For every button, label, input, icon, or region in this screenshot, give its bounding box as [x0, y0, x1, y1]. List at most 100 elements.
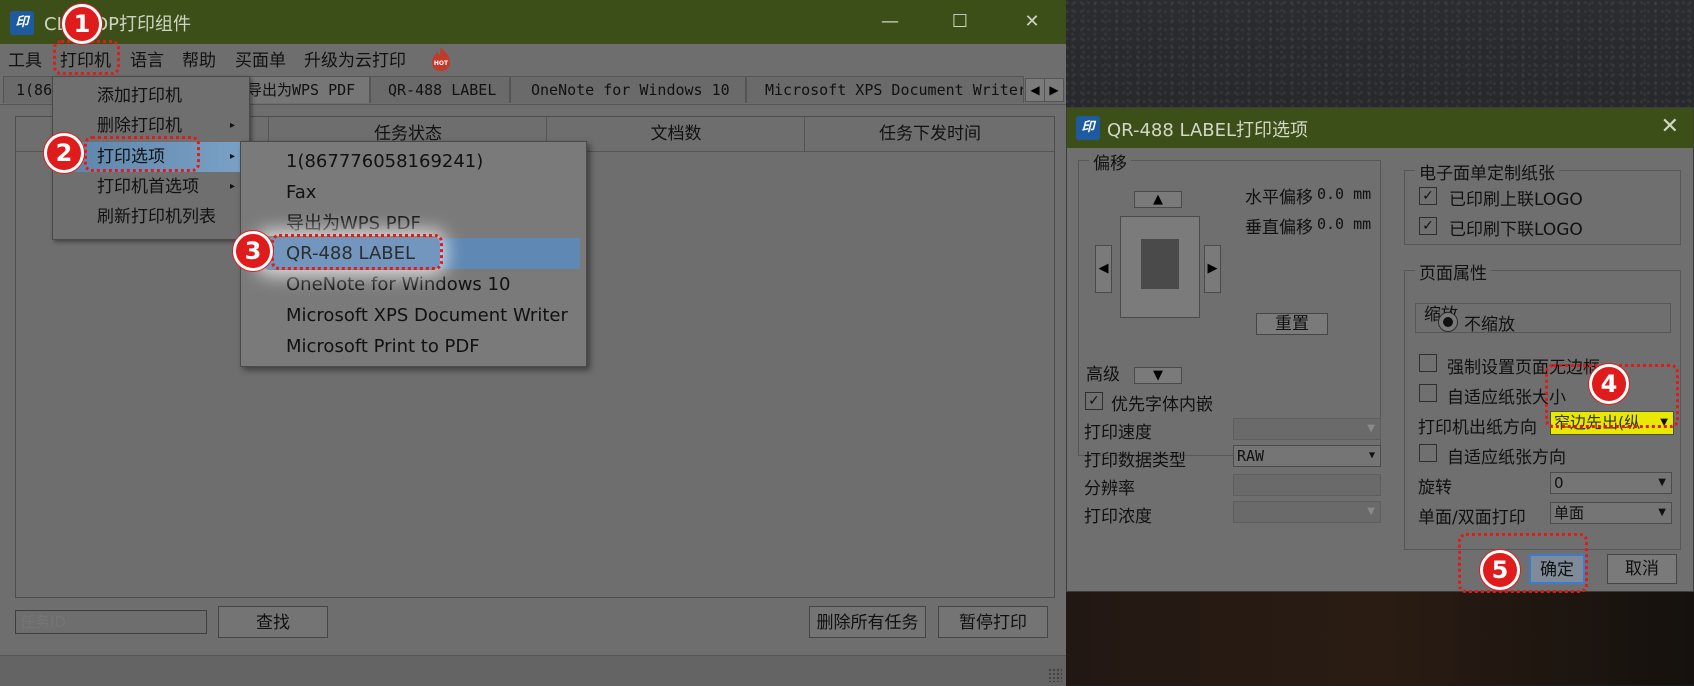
submenu-arrow-icon: ▸ — [229, 120, 235, 131]
no-scale-label: 不缩放 — [1464, 315, 1515, 333]
paper-preview-content — [1141, 239, 1179, 289]
fit-paper-size-checkbox[interactable] — [1419, 384, 1437, 402]
tab-printer-1[interactable]: 1(86 — [3, 76, 55, 103]
advanced-group-title: 高级 — [1086, 365, 1120, 385]
menu-cloud-upgrade[interactable]: 升级为云打印 — [304, 49, 406, 73]
step-2-callout — [84, 136, 200, 172]
fit-paper-dir-label: 自适应纸张方向 — [1447, 448, 1566, 468]
fit-paper-dir-checkbox[interactable] — [1419, 444, 1437, 462]
lower-logo-label: 已印刷下联LOGO — [1449, 220, 1583, 240]
chevron-down-icon: ▼ — [1368, 450, 1375, 461]
print-speed-select[interactable]: ▼ — [1233, 418, 1381, 440]
checkmark-icon: ✓ — [1422, 218, 1434, 234]
menu-language[interactable]: 语言 — [130, 49, 164, 73]
offset-up-button[interactable]: ▲ — [1134, 191, 1182, 208]
close-button[interactable]: ✕ — [1010, 8, 1054, 36]
cancel-button[interactable]: 取消 — [1607, 554, 1677, 584]
offset-left-button[interactable]: ◀ — [1095, 245, 1112, 293]
tab-xps-writer[interactable]: Microsoft XPS Document Writer — [746, 76, 1024, 103]
submenu-print-to-pdf[interactable]: Microsoft Print to PDF — [241, 331, 584, 362]
step-5-badge: 5 — [1480, 550, 1520, 590]
offset-down-button[interactable]: ▼ — [1134, 367, 1182, 384]
dialog-close-button[interactable]: ✕ — [1661, 114, 1679, 139]
no-scale-radio[interactable] — [1438, 312, 1458, 332]
radio-dot-icon — [1443, 317, 1453, 327]
maximize-button[interactable]: ☐ — [938, 8, 982, 36]
chevron-down-icon: ▼ — [1658, 507, 1666, 518]
offset-group-title: 偏移 — [1089, 149, 1131, 174]
duplex-select[interactable]: 单面 ▼ — [1550, 502, 1672, 524]
tab-onenote[interactable]: OneNote for Windows 10 — [510, 76, 746, 103]
menu-printer-preferences[interactable]: 打印机首选项 ▸ — [53, 172, 247, 202]
step-5-callout — [1458, 533, 1588, 593]
menu-item-label: 打印机首选项 — [97, 177, 199, 197]
menu-bar: 工具 打印机 语言 帮助 买面单 升级为云打印 — [0, 44, 1066, 76]
submenu-fax[interactable]: Fax — [241, 177, 584, 208]
svg-text:HOT: HOT — [434, 60, 449, 67]
vertical-offset-value: 0.0 mm — [1317, 215, 1372, 233]
bottom-toolbar: 查找 删除所有任务 暂停打印 — [0, 604, 1066, 654]
menu-refresh-printers[interactable]: 刷新打印机列表 — [53, 202, 247, 232]
data-type-value: RAW — [1237, 447, 1265, 465]
data-type-select[interactable]: RAW ▼ — [1233, 445, 1381, 467]
upper-logo-label: 已印刷上联LOGO — [1449, 190, 1583, 210]
rotate-select[interactable]: 0 ▼ — [1550, 472, 1672, 494]
scale-group: 缩放 不缩放 — [1415, 303, 1671, 333]
delete-all-tasks-button[interactable]: 删除所有任务 — [809, 606, 926, 638]
pause-print-button[interactable]: 暂停打印 — [938, 606, 1048, 638]
menu-item-label: 添加打印机 — [97, 86, 182, 106]
rotate-label: 旋转 — [1418, 478, 1452, 498]
desktop-background-bottom — [1066, 592, 1694, 685]
col-issued-time[interactable]: 任务下发时间 — [804, 117, 1055, 151]
step-1-badge: 1 — [62, 4, 102, 44]
minimize-button[interactable]: — — [868, 8, 912, 36]
e-paper-group-title: 电子面单定制纸张 — [1415, 159, 1559, 184]
step-3-badge: 3 — [233, 231, 273, 271]
menu-buy-labels[interactable]: 买面单 — [235, 49, 286, 73]
resolution-label: 分辨率 — [1084, 479, 1135, 499]
offset-right-button[interactable]: ▶ — [1204, 245, 1221, 293]
tab-qr-488-label[interactable]: QR-488 LABEL — [370, 76, 510, 103]
lower-logo-checkbox[interactable]: ✓ — [1419, 217, 1437, 235]
print-options-dialog: 印 QR-488 LABEL打印选项 ✕ 偏移 ▲ ▼ ◀ ▶ 水平偏移 0.0… — [1066, 107, 1694, 592]
step-2-badge: 2 — [44, 133, 84, 173]
resize-grip[interactable] — [1048, 668, 1062, 682]
submenu-printer-1[interactable]: 1(867776058169241) — [241, 146, 584, 177]
menu-add-printer[interactable]: 添加打印机 — [53, 81, 247, 111]
task-id-input[interactable] — [15, 610, 207, 634]
hot-icon[interactable]: HOT — [430, 46, 452, 72]
checkmark-icon: ✓ — [1088, 393, 1100, 409]
tab-wps-pdf[interactable]: 导出为WPS PDF — [232, 76, 370, 103]
tab-scroll-right[interactable]: ▶ — [1044, 78, 1064, 102]
checkmark-icon: ✓ — [1422, 188, 1434, 204]
vertical-offset-label: 垂直偏移 — [1245, 218, 1313, 238]
search-button[interactable]: 查找 — [218, 606, 328, 638]
duplex-label: 单面/双面打印 — [1418, 508, 1526, 528]
print-density-select[interactable]: ▼ — [1233, 501, 1381, 523]
title-bar: 印 CLODOP打印组件 — ☐ ✕ — [0, 0, 1066, 44]
force-borderless-checkbox[interactable] — [1419, 354, 1437, 372]
step-1-callout — [53, 40, 120, 75]
resolution-input[interactable] — [1233, 474, 1381, 496]
chevron-down-icon: ▼ — [1367, 423, 1375, 434]
horizontal-offset-label: 水平偏移 — [1245, 188, 1313, 208]
data-type-label: 打印数据类型 — [1084, 451, 1186, 471]
dialog-title: QR-488 LABEL打印选项 — [1107, 120, 1309, 141]
submenu-xps-writer[interactable]: Microsoft XPS Document Writer — [241, 300, 584, 331]
feed-direction-label: 打印机出纸方向 — [1418, 418, 1537, 438]
menu-tools[interactable]: 工具 — [8, 49, 42, 73]
tab-scroll-left[interactable]: ◀ — [1025, 78, 1045, 102]
font-embed-label: 优先字体内嵌 — [1111, 395, 1213, 415]
e-paper-group: 电子面单定制纸张 ✓ 已印刷上联LOGO ✓ 已印刷下联LOGO — [1404, 159, 1681, 245]
reset-offset-button[interactable]: 重置 — [1256, 313, 1328, 335]
print-speed-label: 打印速度 — [1084, 423, 1152, 443]
app-icon: 印 — [10, 11, 34, 35]
menu-item-label: 刷新打印机列表 — [97, 207, 216, 227]
font-embed-checkbox[interactable]: ✓ — [1085, 392, 1103, 410]
menu-help[interactable]: 帮助 — [182, 49, 216, 73]
chevron-down-icon: ▼ — [1367, 506, 1375, 517]
upper-logo-checkbox[interactable]: ✓ — [1419, 187, 1437, 205]
duplex-value: 单面 — [1554, 504, 1585, 522]
menu-item-label: 删除打印机 — [97, 116, 182, 136]
submenu-onenote[interactable]: OneNote for Windows 10 — [241, 269, 584, 300]
